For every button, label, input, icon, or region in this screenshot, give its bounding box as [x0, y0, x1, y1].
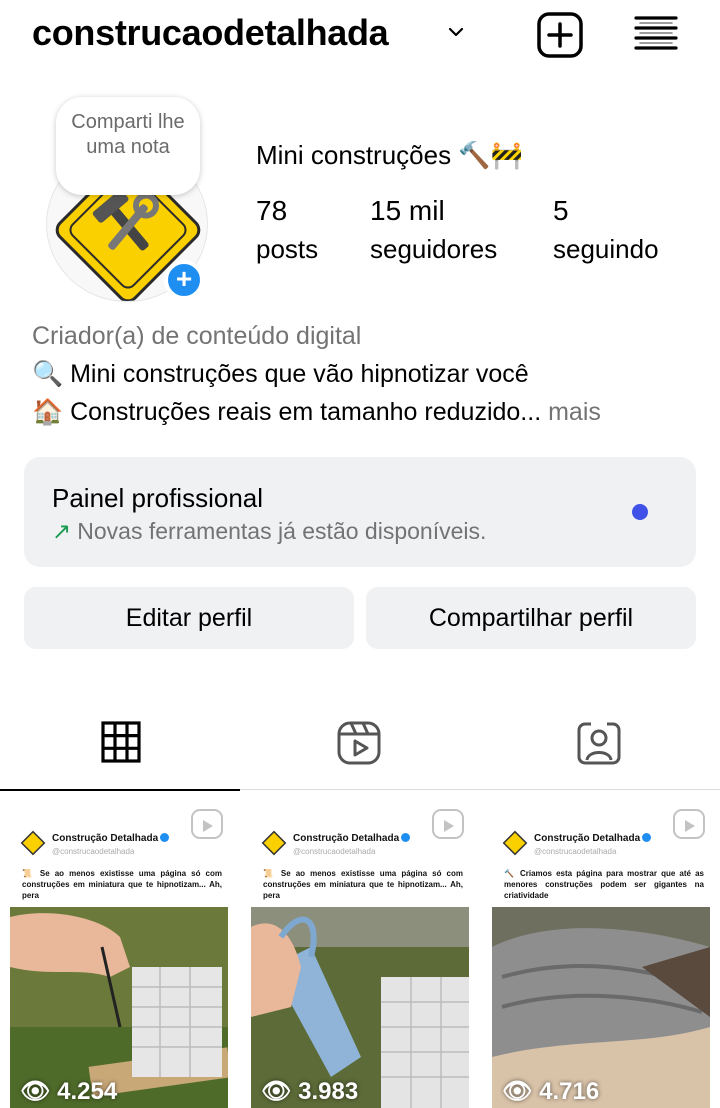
professional-dashboard[interactable]: Painel profissional ↗ Novas ferramentas j…	[24, 457, 696, 567]
bio-more-link[interactable]: mais	[548, 398, 601, 426]
post-brand: Construção Detalhada	[534, 833, 652, 844]
create-post-icon[interactable]	[536, 12, 584, 58]
brand-logo-icon	[261, 830, 287, 856]
tab-grid[interactable]	[0, 700, 240, 791]
post-caption: 📜 Se ao menos existisse uma página só co…	[22, 869, 222, 900]
view-count: 👁 3.983	[261, 1078, 359, 1105]
menu-icon[interactable]	[632, 12, 680, 58]
post-grid: Construção Detalhada @construcaodetalhad…	[0, 792, 720, 1108]
edit-profile-button[interactable]: Editar perfil	[24, 587, 354, 649]
post-brand-name: Construção Detalhada	[293, 833, 400, 844]
verified-icon	[160, 833, 170, 842]
bio-text: 🏠 Construções reais em tamanho reduzido.…	[32, 398, 542, 426]
account-username[interactable]: construcaodetalhada	[32, 12, 389, 54]
reels-icon	[337, 721, 381, 765]
post-brand-name: Construção Detalhada	[534, 833, 641, 844]
stat-label: seguidores	[370, 234, 498, 264]
post-thumbnail[interactable]: Construção Detalhada @construcaodetalhad…	[241, 792, 479, 1108]
stat-number: 5	[553, 195, 569, 226]
stat-label: seguindo	[553, 234, 659, 264]
profile-display-name: Mini construções 🔨🚧	[256, 140, 524, 170]
profile-category: Criador(a) de conteúdo digital	[32, 322, 362, 350]
chevron-down-icon[interactable]	[446, 22, 466, 42]
post-header: Construção Detalhada @construcaodetalhad…	[261, 830, 471, 864]
stat-followers[interactable]: 15 mil seguidores	[370, 195, 497, 265]
stat-label: posts	[256, 234, 319, 264]
post-handle: @construcaodetalhada	[52, 847, 135, 856]
verified-icon	[642, 833, 652, 842]
post-header: Construção Detalhada @construcaodetalhad…	[502, 830, 712, 864]
view-count-text: 4.254	[57, 1078, 118, 1105]
bio-line: 🔍 Mini construções que vão hipnotizar vo…	[32, 360, 529, 388]
stat-posts[interactable]: 78 posts	[256, 195, 318, 265]
panel-title: Painel profissional	[52, 483, 264, 513]
tab-reels[interactable]	[240, 700, 480, 790]
verified-icon	[401, 833, 411, 842]
brand-logo-icon	[20, 830, 46, 856]
view-count-text: 4.716	[539, 1078, 600, 1105]
panel-subtitle: ↗ Novas ferramentas já estão disponíveis.	[52, 518, 486, 545]
share-profile-button[interactable]: Compartilhar perfil	[366, 587, 696, 649]
bio-line: 🏠 Construções reais em tamanho reduzido.…	[32, 398, 601, 427]
post-thumbnail[interactable]: Construção Detalhada @construcaodetalhad…	[0, 792, 238, 1108]
post-header: Construção Detalhada @construcaodetalhad…	[20, 830, 230, 864]
post-caption: 🔨 Criamos esta página para mostrar que a…	[504, 869, 704, 900]
post-caption: 📜 Se ao menos existisse uma página só co…	[263, 869, 463, 900]
view-count: 👁 4.716	[502, 1078, 600, 1105]
profile-tabs	[0, 700, 720, 791]
stat-number: 78	[256, 195, 288, 226]
post-brand: Construção Detalhada	[52, 833, 170, 844]
note-bubble[interactable]: Comparti lhe uma nota	[56, 97, 200, 195]
stat-number: 15 mil	[370, 195, 445, 226]
stat-following[interactable]: 5 seguindo	[553, 195, 659, 265]
panel-subtitle-text: Novas ferramentas já estão disponíveis.	[77, 518, 487, 544]
notification-dot	[632, 504, 648, 520]
add-story-button[interactable]: +	[164, 260, 204, 300]
post-handle: @construcaodetalhada	[293, 847, 376, 856]
brand-logo-icon	[502, 830, 528, 856]
post-thumbnail[interactable]: Construção Detalhada @construcaodetalhad…	[482, 792, 720, 1108]
tagged-user-icon	[577, 722, 621, 765]
view-count: 👁 4.254	[20, 1078, 118, 1105]
top-bar: construcaodetalhada	[0, 0, 720, 80]
trend-arrow-icon: ↗	[52, 518, 72, 544]
view-count-text: 3.983	[298, 1078, 359, 1105]
grid-icon	[101, 721, 141, 763]
post-brand: Construção Detalhada	[293, 833, 411, 844]
post-brand-name: Construção Detalhada	[52, 833, 159, 844]
tab-tagged[interactable]	[480, 700, 720, 790]
post-handle: @construcaodetalhada	[534, 847, 617, 856]
